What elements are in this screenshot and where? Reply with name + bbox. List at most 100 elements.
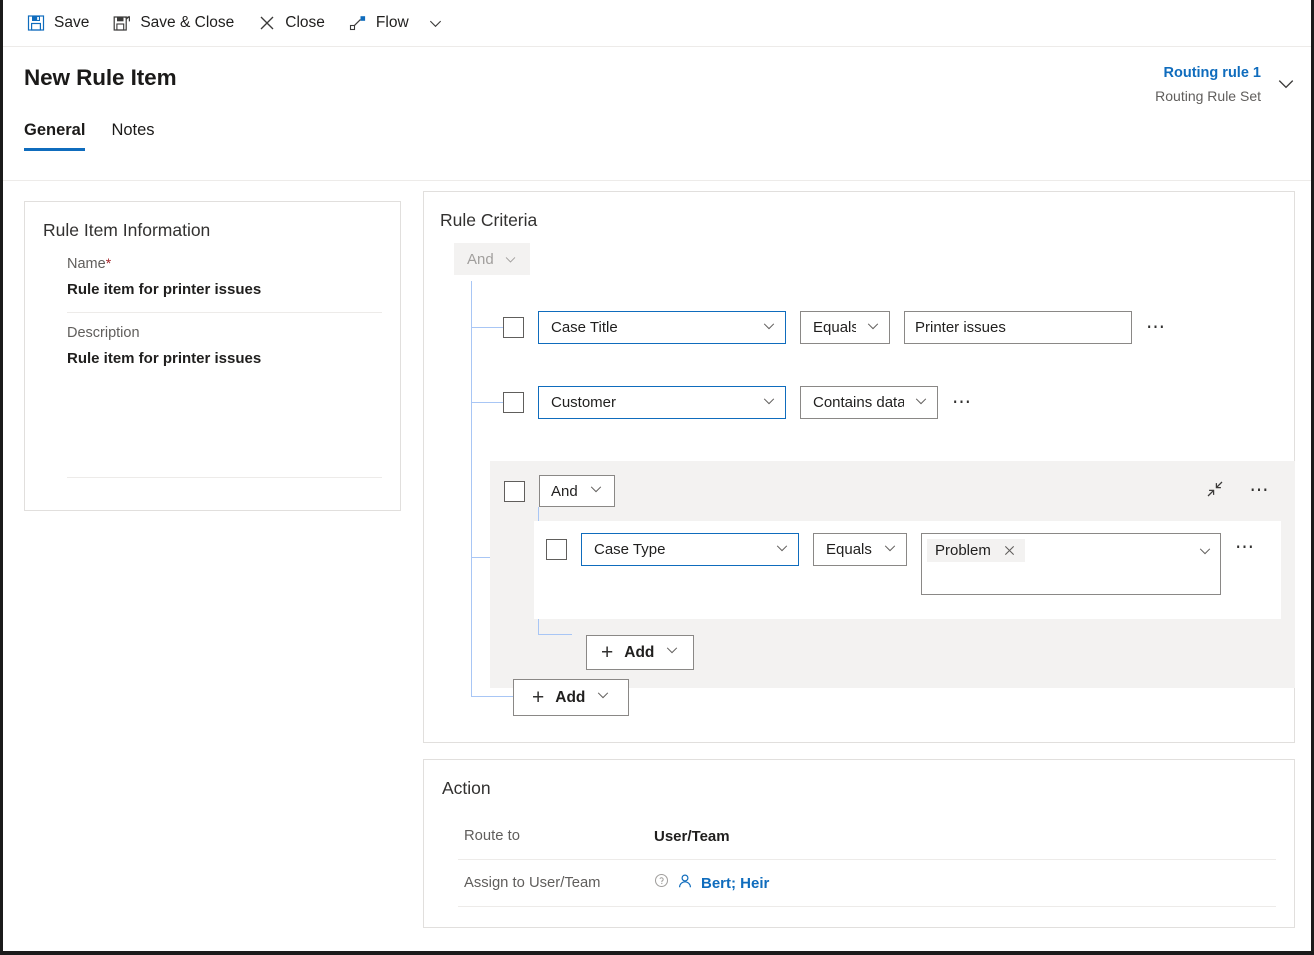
group-condition-operator-value: Equals xyxy=(826,541,872,558)
condition-1-attribute-dropdown[interactable]: Case Title xyxy=(538,311,786,344)
field-separator xyxy=(67,312,382,313)
assign-to-label: Assign to User/Team xyxy=(464,875,601,891)
group-condition-checkbox[interactable] xyxy=(546,539,567,560)
root-logic-operator-dropdown[interactable]: And xyxy=(454,243,530,275)
rule-item-form-window: Save Save & Close Close Flow New Rule It… xyxy=(0,0,1314,955)
assign-to-lookup[interactable]: Bert; Heir xyxy=(654,873,769,894)
flow-label: Flow xyxy=(375,14,409,31)
condition-1-operator-value: Equals xyxy=(813,319,856,336)
condition-1-checkbox[interactable] xyxy=(503,317,524,338)
condition-1-more-options-icon[interactable]: ⋯ xyxy=(1146,318,1168,337)
description-value[interactable]: Rule item for printer issues xyxy=(67,350,382,381)
criteria-tree: Case Title Equals Printer issues ⋯ Custo… xyxy=(440,281,1295,716)
tree-branch-line-add xyxy=(471,696,513,697)
condition-2-checkbox[interactable] xyxy=(503,392,524,413)
tab-notes[interactable]: Notes xyxy=(111,121,154,151)
chevron-down-icon xyxy=(883,541,897,559)
action-separator-2 xyxy=(458,906,1276,907)
tree-branch-line-2 xyxy=(471,402,503,403)
name-required-marker: * xyxy=(105,255,112,271)
condition-2-attribute-dropdown[interactable]: Customer xyxy=(538,386,786,419)
user-icon xyxy=(677,873,693,894)
plus-icon: + xyxy=(532,686,545,709)
group-condition-operator-dropdown[interactable]: Equals xyxy=(813,533,907,566)
save-and-close-button[interactable]: Save & Close xyxy=(101,1,246,45)
rule-criteria-title: Rule Criteria xyxy=(440,210,538,230)
name-field: Name* Rule item for printer issues xyxy=(43,255,382,312)
route-to-value[interactable]: User/Team xyxy=(654,828,730,845)
group-add-label: Add xyxy=(624,643,655,661)
name-label-text: Name xyxy=(67,256,106,272)
command-bar: Save Save & Close Close Flow xyxy=(3,0,1311,47)
root-add-button[interactable]: + Add xyxy=(513,679,630,716)
condition-group-checkbox[interactable] xyxy=(504,480,525,502)
group-condition-more-options-icon[interactable]: ⋯ xyxy=(1235,538,1257,557)
close-label: Close xyxy=(285,14,325,31)
name-value[interactable]: Rule item for printer issues xyxy=(67,281,382,312)
condition-1-value-text: Printer issues xyxy=(915,319,1006,336)
assign-to-value[interactable]: Bert; Heir xyxy=(701,875,769,892)
form-tabs: General Notes xyxy=(24,121,1311,151)
condition-row-2: Customer Contains data ⋯ xyxy=(503,386,974,419)
condition-row-1: Case Title Equals Printer issues ⋯ xyxy=(503,311,1168,344)
group-condition-attribute-value: Case Type xyxy=(594,541,666,558)
group-logic-operator-dropdown[interactable]: And xyxy=(539,475,615,507)
lookup-info-icon xyxy=(654,873,669,893)
group-logic-label: And xyxy=(551,482,578,500)
description-label: Description xyxy=(67,325,140,341)
collapse-group-icon[interactable] xyxy=(1206,480,1224,503)
condition-2-operator-dropdown[interactable]: Contains data xyxy=(800,386,938,419)
tree-trunk-line xyxy=(471,281,472,696)
chevron-down-icon xyxy=(596,688,610,707)
left-column: Rule Item Information Name* Rule item fo… xyxy=(3,191,401,511)
rule-item-information-card: Rule Item Information Name* Rule item fo… xyxy=(24,201,401,511)
name-label: Name* xyxy=(67,255,382,272)
page-header: New Rule Item Routing rule 1 Routing Rul… xyxy=(3,47,1311,181)
condition-1-attribute-value: Case Title xyxy=(551,319,618,336)
condition-1-operator-dropdown[interactable]: Equals xyxy=(800,311,890,344)
plus-icon: + xyxy=(601,641,614,664)
group-condition-attribute-dropdown[interactable]: Case Type xyxy=(581,533,799,566)
close-button[interactable]: Close xyxy=(246,1,337,45)
save-button[interactable]: Save xyxy=(15,1,101,45)
chevron-down-icon xyxy=(914,394,928,412)
condition-2-more-options-icon[interactable]: ⋯ xyxy=(952,393,974,412)
flow-button[interactable]: Flow xyxy=(337,1,421,45)
condition-2-attribute-value: Customer xyxy=(551,394,617,411)
value-chip-label: Problem xyxy=(935,542,991,559)
save-and-close-icon xyxy=(113,14,131,32)
condition-1-value-input[interactable]: Printer issues xyxy=(904,311,1132,344)
chevron-down-icon xyxy=(589,482,603,500)
condition-2-operator-value: Contains data xyxy=(813,394,904,411)
left-card-filler xyxy=(43,381,382,477)
flow-icon xyxy=(349,14,367,32)
chevron-down-icon xyxy=(505,256,516,263)
condition-group-more-options-icon[interactable]: ⋯ xyxy=(1250,481,1272,500)
context-chevron-down-icon[interactable] xyxy=(1275,73,1297,95)
condition-group: And ⋯ Case Type Equals Problem ⋯ + Add xyxy=(490,461,1295,688)
group-add-button[interactable]: + Add xyxy=(586,635,695,670)
tab-general-label: General xyxy=(24,121,86,139)
save-icon xyxy=(27,14,45,32)
rule-criteria-card: Rule Criteria And Case Title Equals Prin… xyxy=(423,191,1295,743)
close-icon xyxy=(258,14,276,32)
right-column: Rule Criteria And Case Title Equals Prin… xyxy=(423,191,1295,928)
save-label: Save xyxy=(54,14,90,31)
value-chip-problem: Problem xyxy=(927,539,1025,562)
chevron-down-icon xyxy=(1198,544,1212,563)
context-record-name[interactable]: Routing rule 1 xyxy=(1155,63,1261,84)
remove-chip-close-icon[interactable] xyxy=(1003,544,1016,557)
chevron-down-icon xyxy=(665,643,679,662)
chevron-down-icon xyxy=(866,319,880,337)
group-condition-value-multiselect[interactable]: Problem xyxy=(921,533,1221,595)
record-context: Routing rule 1 Routing Rule Set xyxy=(1155,63,1297,106)
flow-overflow-chevron-down-icon[interactable] xyxy=(421,1,451,45)
chevron-down-icon xyxy=(775,541,789,559)
field-separator-bottom xyxy=(67,477,382,478)
description-field: Description Rule item for printer issues xyxy=(43,325,382,381)
tab-general[interactable]: General xyxy=(24,121,86,151)
root-logic-label: And xyxy=(467,250,494,268)
action-card: Action Route to User/Team Assign to User… xyxy=(423,759,1295,928)
action-title: Action xyxy=(442,778,491,798)
condition-group-header: And ⋯ xyxy=(504,475,1281,507)
